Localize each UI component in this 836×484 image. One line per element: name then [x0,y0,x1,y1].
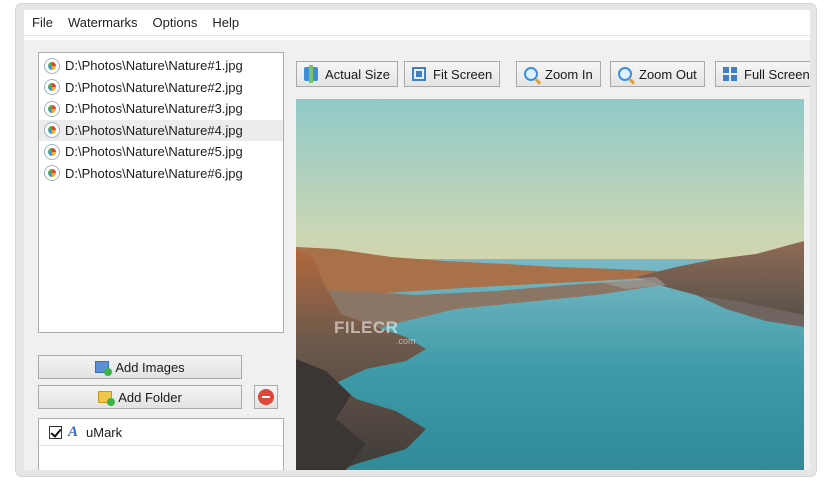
file-row[interactable]: D:\Photos\Nature\Nature#6.jpg [39,163,283,185]
zoom-in-label: Zoom In [545,66,593,82]
menu-options[interactable]: Options [153,15,198,30]
zoom-out-icon [618,67,632,81]
add-images-icon [95,361,113,376]
zoom-out-button[interactable]: Zoom Out [610,61,705,87]
watermark-name: uMark [86,424,123,440]
file-row-selected[interactable]: D:\Photos\Nature\Nature#4.jpg [39,119,283,141]
file-path: D:\Photos\Nature\Nature#4.jpg [65,122,243,138]
actual-size-button[interactable]: Actual Size [296,61,399,87]
image-file-icon [45,80,59,95]
image-file-icon [45,166,59,181]
image-file-icon [45,123,59,138]
filecr-watermark-sub: .com [396,336,416,346]
menu-help[interactable]: Help [212,15,239,30]
fit-screen-button[interactable]: Fit Screen [404,61,501,87]
full-screen-icon [723,67,737,81]
landscape-photo [296,99,804,470]
image-preview[interactable] [296,99,804,470]
add-folder-icon [98,391,116,406]
file-path: D:\Photos\Nature\Nature#3.jpg [65,101,243,117]
file-path: D:\Photos\Nature\Nature#2.jpg [65,79,243,95]
watermark-row[interactable]: A uMark [39,419,283,446]
file-path: D:\Photos\Nature\Nature#1.jpg [65,58,243,74]
app-window: File Watermarks Options Help D:\Photos\N… [24,10,810,470]
watermark-list[interactable]: A uMark [38,418,284,470]
file-row[interactable]: D:\Photos\Nature\Nature#3.jpg [39,98,283,120]
fit-screen-label: Fit Screen [433,66,493,82]
text-watermark-icon: A [68,423,79,440]
filecr-watermark: FILECR [334,318,399,337]
full-screen-label: Full Screen [744,66,810,82]
image-file-icon [45,144,59,159]
watermark-checkbox[interactable] [49,425,62,439]
add-folder-button[interactable]: Add Folder [38,385,242,409]
menu-watermarks[interactable]: Watermarks [68,15,138,30]
image-file-icon [45,58,59,73]
full-screen-button[interactable]: Full Screen [715,61,810,87]
menu-file[interactable]: File [32,15,53,30]
remove-icon [258,389,274,405]
image-file-icon [45,101,59,116]
actual-size-icon [304,65,318,83]
file-row[interactable]: D:\Photos\Nature\Nature#1.jpg [39,55,283,77]
zoom-in-icon [524,67,538,81]
menu-bar: File Watermarks Options Help [24,10,810,36]
fit-screen-icon [412,67,426,81]
file-row[interactable]: D:\Photos\Nature\Nature#5.jpg [39,141,283,163]
add-folder-label: Add Folder [118,389,182,405]
add-images-label: Add Images [115,359,185,375]
work-area: D:\Photos\Nature\Nature#1.jpg D:\Photos\… [24,40,810,470]
actual-size-label: Actual Size [325,66,391,82]
zoom-out-label: Zoom Out [639,66,697,82]
file-row[interactable]: D:\Photos\Nature\Nature#2.jpg [39,77,283,99]
remove-button[interactable] [254,385,278,409]
add-images-button[interactable]: Add Images [38,355,242,379]
file-path: D:\Photos\Nature\Nature#6.jpg [65,165,243,181]
zoom-in-button[interactable]: Zoom In [516,61,601,87]
file-path: D:\Photos\Nature\Nature#5.jpg [65,144,243,160]
image-file-list[interactable]: D:\Photos\Nature\Nature#1.jpg D:\Photos\… [38,52,284,333]
